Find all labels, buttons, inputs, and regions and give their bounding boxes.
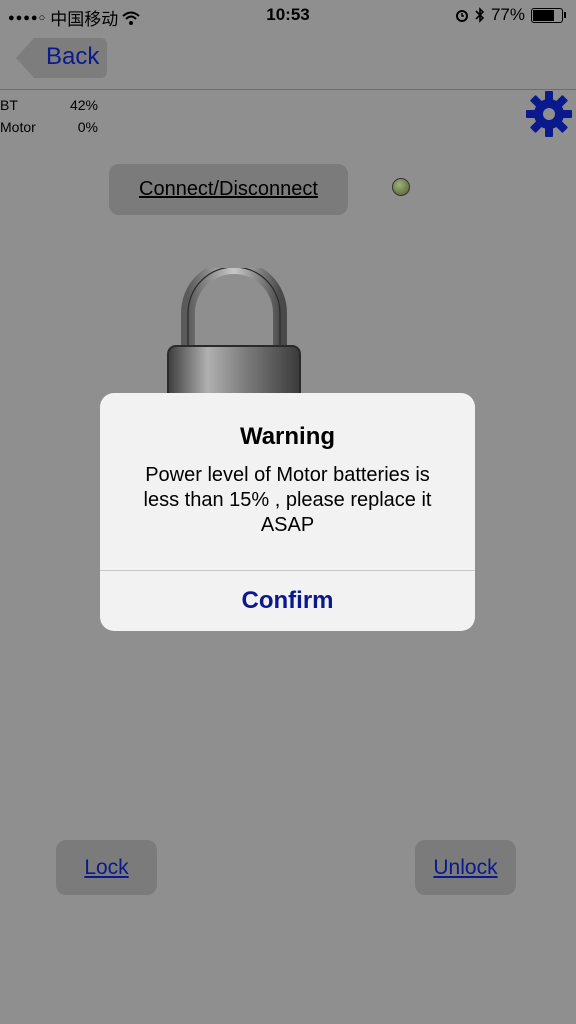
battery-icon [531,7,566,23]
bluetooth-icon [475,7,485,23]
lock-button[interactable]: Lock [56,840,157,895]
battery-percent: 77% [490,5,525,24]
status-right: 77% [455,5,566,25]
connect-disconnect-button[interactable]: Connect/Disconnect [109,164,348,215]
confirm-button[interactable]: Confirm [100,571,475,631]
stat-row-motor: Motor 0% [0,119,110,141]
alert-title: Warning [239,423,336,450]
warning-alert-dialog: Warning Power level of Motor batteries i… [100,393,475,631]
nav-divider [0,89,576,90]
status-bar: ●●●●○ 中国移动 10:53 77% [0,0,576,30]
stat-value: 42% [69,97,98,113]
stat-name: Motor [0,119,36,135]
stat-name: BT [0,97,18,113]
back-button-label[interactable]: Back [46,43,99,71]
connection-status-indicator [392,178,410,196]
gear-icon[interactable] [526,91,572,137]
stat-row-bt: BT 42% [0,97,110,119]
alert-message: Power level of Motor batteries is less t… [143,464,432,536]
battery-stats: BT 42% Motor 0% [0,97,110,141]
battery-fill [533,9,555,21]
unlock-button[interactable]: Unlock [415,840,516,895]
alarm-icon [455,10,468,22]
stat-value: 0% [77,119,98,135]
